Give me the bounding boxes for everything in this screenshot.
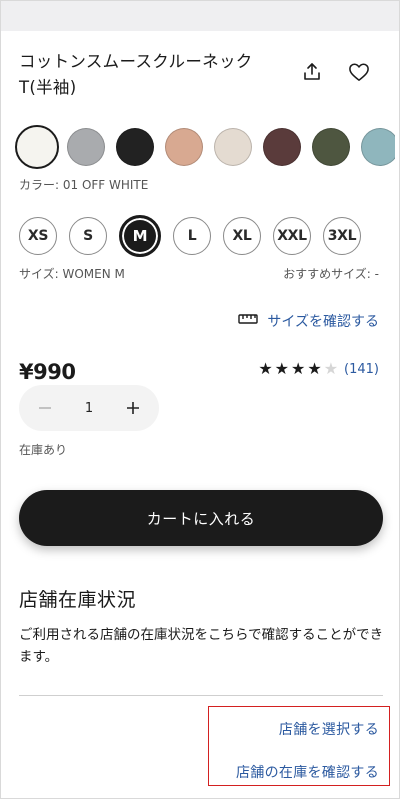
size-selector: XS S M L XL XXL 3XL	[19, 215, 361, 257]
color-swatch[interactable]	[361, 128, 395, 166]
size-option-xxl[interactable]: XXL	[273, 217, 311, 255]
size-label: サイズ: WOMEN M	[19, 267, 125, 281]
plus-icon[interactable]	[123, 398, 143, 418]
size-check-link[interactable]: サイズを確認する	[238, 311, 379, 331]
check-store-stock-link[interactable]: 店舗の在庫を確認する	[236, 762, 379, 782]
size-check-label: サイズを確認する	[267, 314, 379, 330]
heart-icon[interactable]	[346, 59, 372, 85]
star-filled-icon: ★	[307, 359, 322, 378]
color-swatch[interactable]	[67, 128, 105, 166]
star-filled-icon: ★	[291, 359, 306, 378]
rating-stars: ★ ★ ★ ★ ★	[258, 361, 338, 377]
size-option-xl[interactable]: XL	[223, 217, 261, 255]
size-option-xs[interactable]: XS	[19, 217, 57, 255]
quantity-stepper: 1	[19, 385, 159, 431]
color-swatch[interactable]	[116, 128, 154, 166]
store-stock-description: ご利用される店舗の在庫状況をこちらで確認することができます。	[19, 627, 384, 665]
size-option-s[interactable]: S	[69, 217, 107, 255]
color-label: カラー: 01 OFF WHITE	[19, 178, 149, 192]
add-to-cart-button[interactable]: カートに入れる	[19, 490, 383, 546]
star-empty-icon: ★	[323, 359, 339, 378]
store-stock-heading: 店舗在庫状況	[19, 589, 137, 611]
rating[interactable]: ★ ★ ★ ★ ★ (141)	[258, 361, 379, 377]
quantity-value: 1	[84, 400, 94, 416]
color-swatch[interactable]	[15, 125, 59, 169]
product-title: コットンスムースクルーネックT(半袖)	[19, 52, 253, 97]
recommended-size: おすすめサイズ: -	[283, 267, 379, 281]
star-filled-icon: ★	[274, 359, 289, 378]
share-icon[interactable]	[299, 59, 325, 85]
review-count[interactable]: (141)	[344, 362, 379, 377]
size-option-l[interactable]: L	[173, 217, 211, 255]
ruler-icon	[238, 313, 259, 329]
color-swatch-list	[15, 125, 395, 169]
divider	[19, 695, 383, 696]
color-swatch[interactable]	[312, 128, 350, 166]
minus-icon[interactable]	[35, 398, 55, 418]
select-store-link[interactable]: 店舗を選択する	[279, 719, 379, 739]
star-filled-icon: ★	[258, 359, 273, 378]
color-swatch[interactable]	[263, 128, 301, 166]
size-option-m[interactable]: M	[119, 215, 161, 257]
color-swatch[interactable]	[214, 128, 252, 166]
stock-status: 在庫あり	[19, 443, 68, 457]
price: ¥990	[19, 360, 76, 384]
size-option-3xl[interactable]: 3XL	[323, 217, 361, 255]
color-swatch[interactable]	[165, 128, 203, 166]
top-bar	[1, 1, 399, 31]
